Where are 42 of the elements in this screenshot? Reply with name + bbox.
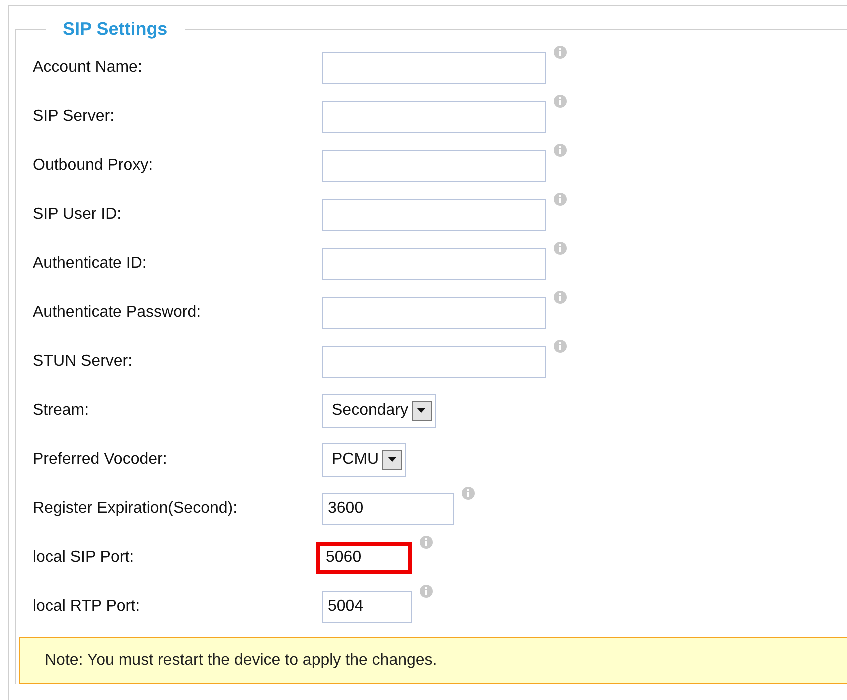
section-title: SIP Settings bbox=[62, 18, 169, 41]
info-icon[interactable] bbox=[554, 193, 567, 206]
field-label: Stream: bbox=[33, 400, 90, 420]
input-field[interactable]: 3600 bbox=[322, 492, 454, 524]
field-label: Outbound Proxy: bbox=[33, 156, 154, 176]
dropdown-value: Secondary bbox=[332, 400, 408, 420]
input-field[interactable] bbox=[322, 198, 546, 230]
info-icon[interactable] bbox=[420, 585, 433, 598]
field-label: Register Expiration(Second): bbox=[33, 498, 239, 518]
field-label: STUN Server: bbox=[33, 352, 134, 372]
info-icon[interactable] bbox=[554, 144, 567, 157]
field-label: Account Name: bbox=[33, 58, 144, 78]
info-icon[interactable] bbox=[554, 291, 567, 304]
info-icon[interactable] bbox=[420, 536, 433, 549]
dropdown[interactable]: PCMU bbox=[322, 442, 406, 476]
input-field[interactable] bbox=[322, 150, 546, 182]
field-label: SIP Server: bbox=[33, 106, 116, 126]
caret-icon bbox=[417, 408, 426, 413]
dropdown-value: PCMU bbox=[332, 450, 380, 470]
input-field[interactable] bbox=[322, 100, 546, 132]
dropdown-arrow-button[interactable] bbox=[382, 450, 402, 470]
dropdown[interactable]: Secondary bbox=[322, 394, 436, 428]
caret-icon bbox=[388, 457, 397, 462]
input-field[interactable]: 5060 bbox=[316, 542, 412, 574]
info-icon[interactable] bbox=[554, 340, 567, 353]
input-field[interactable] bbox=[322, 248, 546, 280]
input-field[interactable] bbox=[322, 52, 546, 84]
field-label: Authenticate Password: bbox=[33, 302, 202, 322]
info-icon[interactable] bbox=[554, 242, 567, 255]
info-icon[interactable] bbox=[554, 46, 567, 59]
input-field[interactable] bbox=[322, 296, 546, 328]
input-field[interactable] bbox=[322, 346, 546, 378]
field-label: local SIP Port: bbox=[33, 548, 136, 568]
field-label: local RTP Port: bbox=[33, 596, 142, 616]
info-icon[interactable] bbox=[554, 95, 567, 108]
info-icon[interactable] bbox=[462, 487, 475, 500]
field-label: Preferred Vocoder: bbox=[33, 450, 168, 470]
note-text: Note: You must restart the device to apply the changes. bbox=[45, 650, 438, 670]
dropdown-arrow-button[interactable] bbox=[412, 400, 432, 420]
input-field[interactable]: 5004 bbox=[322, 590, 412, 622]
field-label: Authenticate ID: bbox=[33, 254, 148, 274]
field-label: SIP User ID: bbox=[33, 204, 123, 224]
